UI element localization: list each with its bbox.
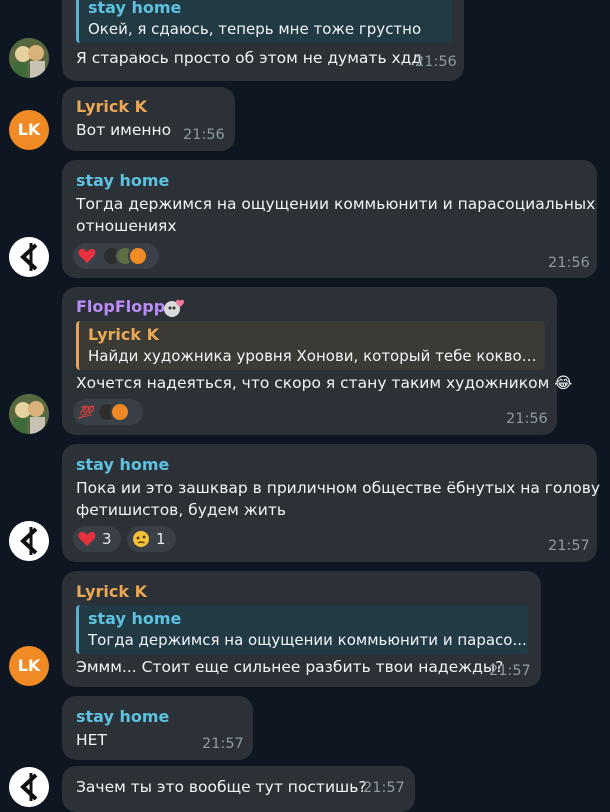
reaction-count: 3 <box>102 530 112 548</box>
reaction-heart[interactable] <box>73 243 159 269</box>
user-avatar[interactable] <box>9 767 49 807</box>
user-avatar[interactable]: LK <box>9 110 49 150</box>
user-avatar[interactable] <box>9 237 49 277</box>
message-time: 21:56 <box>415 54 457 70</box>
reaction-count: 1 <box>156 530 166 548</box>
message-time: 21:57 <box>548 538 590 554</box>
message-author[interactable]: stay home <box>76 455 169 474</box>
avatar-logo-icon <box>9 767 49 807</box>
message-author[interactable]: stay home <box>76 707 169 726</box>
avatar-photo-icon <box>9 38 49 78</box>
reactor-avatar <box>109 402 130 422</box>
sticker-emoji-icon <box>164 299 184 317</box>
reaction-hundred[interactable]: 💯 <box>73 399 143 425</box>
message-author[interactable]: Lyrick K <box>76 97 147 116</box>
message-author[interactable]: Lyrick K <box>76 582 147 601</box>
reply-quote[interactable]: Lyrick K Найди художника уровня Хонови, … <box>76 321 545 370</box>
avatar-logo-icon <box>9 237 49 277</box>
message-time: 21:57 <box>489 663 531 679</box>
message-time: 21:56 <box>506 411 548 427</box>
hundred-icon: 💯 <box>78 405 93 419</box>
message-time: 21:57 <box>202 736 244 752</box>
message-text-line: Пока ии это зашквар в приличном обществе… <box>76 479 601 497</box>
user-avatar[interactable] <box>9 394 49 434</box>
avatar-logo-icon <box>9 521 49 561</box>
message-author[interactable]: stay home <box>76 171 169 190</box>
user-avatar[interactable] <box>9 521 49 561</box>
user-avatar[interactable] <box>9 38 49 78</box>
reaction-heart[interactable]: 3 <box>73 526 121 552</box>
reply-text: Окей, я сдаюсь, теперь мне тоже грустно <box>88 20 422 38</box>
reply-author: stay home <box>88 609 182 628</box>
heart-icon <box>78 531 96 546</box>
message-author[interactable]: FlopFlopps <box>76 297 175 316</box>
reply-quote[interactable]: stay home Окей, я сдаюсь, теперь мне тож… <box>76 0 452 43</box>
message-time: 21:57 <box>363 780 405 796</box>
message-text: Я стараюсь просто об этом не думать хдд <box>76 49 423 67</box>
reply-text: Тогда держимся на ощущении коммьюнити и … <box>88 631 527 649</box>
pleading-face-icon <box>133 531 149 547</box>
message-text: Эммм... Стоит еще сильнее разбить твои н… <box>76 658 504 676</box>
message-text: НЕТ <box>76 731 107 749</box>
reply-author: stay home <box>88 0 182 17</box>
reply-text: Найди художника уровня Хонови, который т… <box>88 347 545 365</box>
message-text: Хочется надеяться, что скоро я стану так… <box>76 374 573 392</box>
heart-icon <box>78 248 96 263</box>
message-text-line: фетишистов, будем жить <box>76 501 286 519</box>
reply-quote[interactable]: stay home Тогда держимся на ощущении ком… <box>76 605 528 654</box>
avatar-photo-icon <box>9 394 49 434</box>
reactor-avatar <box>128 246 148 266</box>
message-text-line: отношениях <box>76 217 177 235</box>
reaction-pleading[interactable]: 1 <box>127 526 176 552</box>
message-time: 21:56 <box>548 255 590 271</box>
reply-author: Lyrick K <box>88 325 160 344</box>
message-time: 21:56 <box>183 127 225 143</box>
message-text: Вот именно <box>76 121 172 139</box>
message-text: Зачем ты это вообще тут постишь? <box>76 778 367 796</box>
user-avatar[interactable]: LK <box>9 646 49 686</box>
message-text-line: Тогда держимся на ощущении коммьюнити и … <box>76 195 596 213</box>
